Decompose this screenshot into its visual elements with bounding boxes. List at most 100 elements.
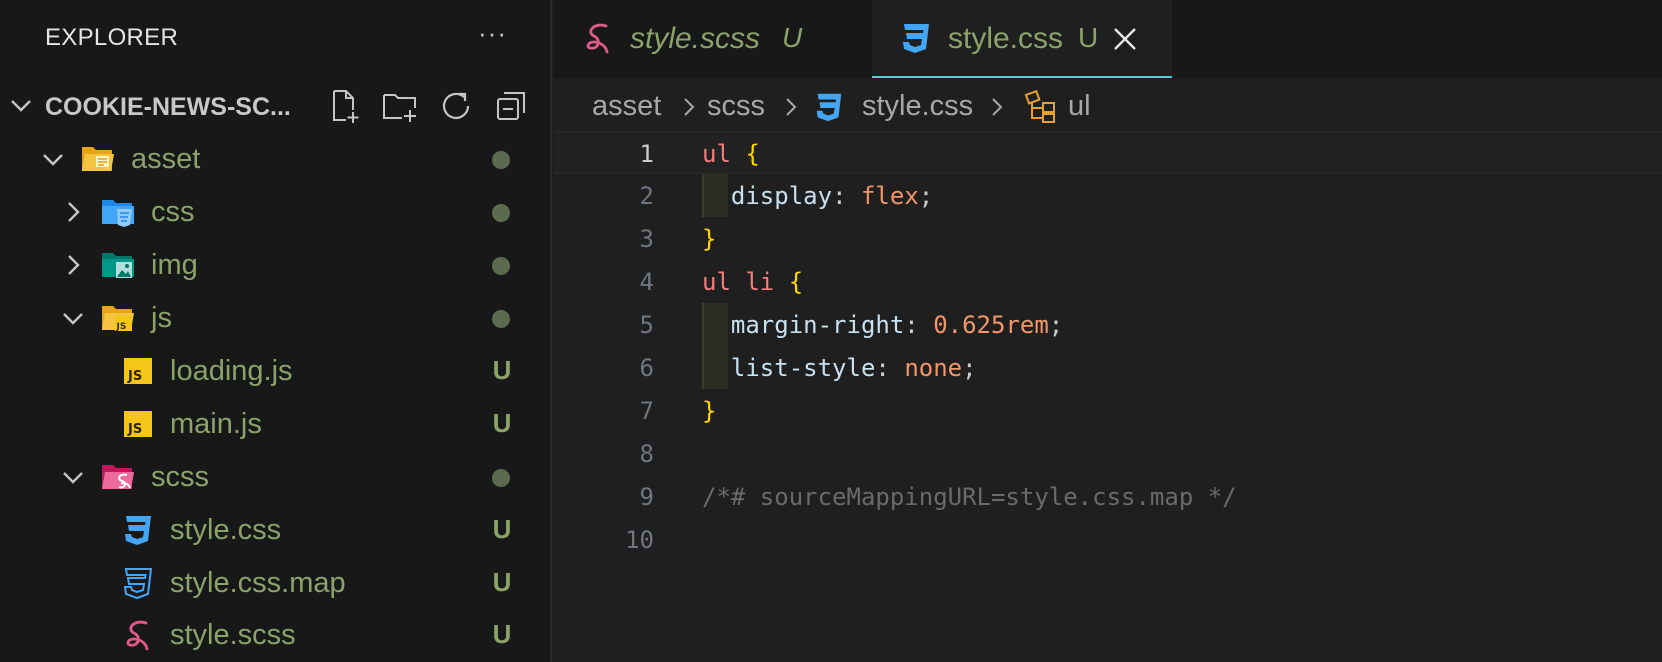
tree-item-style-css[interactable]: style.css U <box>0 504 552 557</box>
code-line[interactable]: 2 display: flex; <box>554 174 1662 217</box>
tab-style-css[interactable]: style.css U <box>872 0 1172 78</box>
image-folder-icon <box>102 253 134 278</box>
tree-item-label: main.js <box>170 408 262 440</box>
editor-area: style.scss U style.css U asset scss styl… <box>554 0 1662 662</box>
chevron-down-icon[interactable] <box>60 305 86 331</box>
more-actions-icon[interactable]: ··· <box>478 18 507 49</box>
line-number: 1 <box>639 140 654 168</box>
explorer-sidebar: EXPLORER ··· COOKIE-NEWS-SC... asset css… <box>0 0 552 662</box>
tree-item-css[interactable]: css <box>0 186 552 239</box>
sass-file-icon <box>126 620 149 651</box>
tab-git-status: U <box>1078 22 1099 53</box>
code-editor[interactable]: 1 ul { 2 display: flex; 3 } 4 ul li { 5 … <box>554 131 1662 662</box>
modified-dot <box>492 204 510 222</box>
collapse-all-icon[interactable] <box>494 88 530 124</box>
code-text: } <box>702 397 716 425</box>
code-text: ul { <box>702 140 760 168</box>
tab-label: style.css <box>948 22 1064 55</box>
svg-text:JS: JS <box>127 422 142 437</box>
chevron-right-icon[interactable] <box>60 252 86 278</box>
tree-item-label: img <box>151 249 198 281</box>
breadcrumb-item[interactable]: style.css <box>862 90 973 123</box>
property-token: display <box>730 182 833 210</box>
code-text: } <box>702 225 716 253</box>
git-status-untracked: U <box>492 355 512 385</box>
code-text: ul li { <box>702 268 803 296</box>
code-line[interactable]: 1 ul { <box>554 131 1662 174</box>
code-line[interactable]: 5 margin-right: 0.625rem; <box>554 303 1662 346</box>
chevron-down-icon[interactable] <box>60 464 86 490</box>
line-number: 8 <box>639 440 654 468</box>
tree-item-asset[interactable]: asset <box>0 133 552 186</box>
sass-icon <box>586 23 609 54</box>
git-status-untracked: U <box>492 567 512 597</box>
tree-item-js[interactable]: JS js <box>0 292 552 345</box>
tab-style-scss[interactable]: style.scss U <box>554 0 872 78</box>
refresh-icon[interactable] <box>438 88 474 124</box>
symbol-structure-icon <box>1024 90 1055 123</box>
breadcrumb-item[interactable]: asset <box>592 90 661 123</box>
line-number: 3 <box>639 225 654 253</box>
tree-item-loading-js[interactable]: JS loading.js U <box>0 345 552 398</box>
close-icon[interactable] <box>1110 24 1140 54</box>
git-status-untracked: U <box>492 514 512 544</box>
css-map-file-icon <box>123 568 153 600</box>
tree-item-label: asset <box>131 143 201 175</box>
js-folder-icon: JS <box>102 306 134 332</box>
css-folder-icon <box>102 200 134 227</box>
code-line[interactable]: 10 <box>554 518 1662 561</box>
breadcrumb-item[interactable]: ul <box>1068 90 1091 123</box>
code-line[interactable]: 7 } <box>554 389 1662 432</box>
chevron-right-icon <box>786 98 797 116</box>
tree-item-main-js[interactable]: JS main.js U <box>0 398 552 451</box>
chevron-right-icon[interactable] <box>60 199 86 225</box>
breadcrumb: asset scss style.css ul <box>554 86 1662 128</box>
tree-item-img[interactable]: img <box>0 239 552 292</box>
brace-token: { <box>788 268 804 296</box>
chevron-right-icon <box>992 98 1003 116</box>
git-status-untracked: U <box>492 619 512 649</box>
tab-label: style.scss <box>630 22 761 55</box>
explorer-header: EXPLORER ··· <box>0 0 552 76</box>
chevron-right-icon <box>684 98 695 116</box>
sass-folder-icon <box>102 465 134 489</box>
brace-token: { <box>745 140 760 168</box>
workspace-folder-header[interactable]: COOKIE-NEWS-SC... <box>0 80 552 132</box>
new-folder-icon[interactable] <box>382 88 418 124</box>
new-file-icon[interactable] <box>326 88 362 124</box>
line-number: 4 <box>639 268 654 296</box>
tree-item-scss[interactable]: scss <box>0 451 552 504</box>
git-status-untracked: U <box>492 408 512 438</box>
code-line[interactable]: 3 } <box>554 217 1662 260</box>
line-number: 2 <box>639 182 654 210</box>
code-text: list-style: none; <box>730 354 977 382</box>
tree-item-style-scss[interactable]: style.scss U <box>0 609 552 662</box>
breadcrumb-item[interactable]: scss <box>707 90 765 123</box>
js-file-icon: JS <box>124 411 152 437</box>
tree-item-label: style.scss <box>170 619 296 651</box>
explorer-title: EXPLORER <box>45 24 179 51</box>
brace-token: } <box>702 397 717 425</box>
comment-token: /*# sourceMappingURL=style.css.map */ <box>702 483 1237 511</box>
selector-token: ul <box>702 140 731 168</box>
tree-item-label: css <box>151 196 195 228</box>
chevron-down-icon[interactable] <box>8 92 34 118</box>
value-token: none <box>904 354 963 382</box>
value-token: 0.625rem <box>933 311 1049 339</box>
line-number: 10 <box>625 526 654 554</box>
modified-dot <box>492 310 510 328</box>
tree-item-label: style.css.map <box>170 567 346 599</box>
modified-dot <box>492 257 510 275</box>
code-line[interactable]: 9 /*# sourceMappingURL=style.css.map */ <box>554 475 1662 518</box>
line-number: 7 <box>639 397 654 425</box>
code-line[interactable]: 8 <box>554 432 1662 475</box>
code-line[interactable]: 4 ul li { <box>554 260 1662 303</box>
line-number: 5 <box>639 311 654 339</box>
tab-bar: style.scss U style.css U <box>554 0 1662 78</box>
code-line[interactable]: 6 list-style: none; <box>554 346 1662 389</box>
tab-git-status: U <box>782 22 803 53</box>
svg-text:JS: JS <box>116 322 127 332</box>
tree-item-style-css-map[interactable]: style.css.map U <box>0 557 552 610</box>
chevron-down-icon[interactable] <box>40 146 66 172</box>
tree-item-label: style.css <box>170 514 282 546</box>
